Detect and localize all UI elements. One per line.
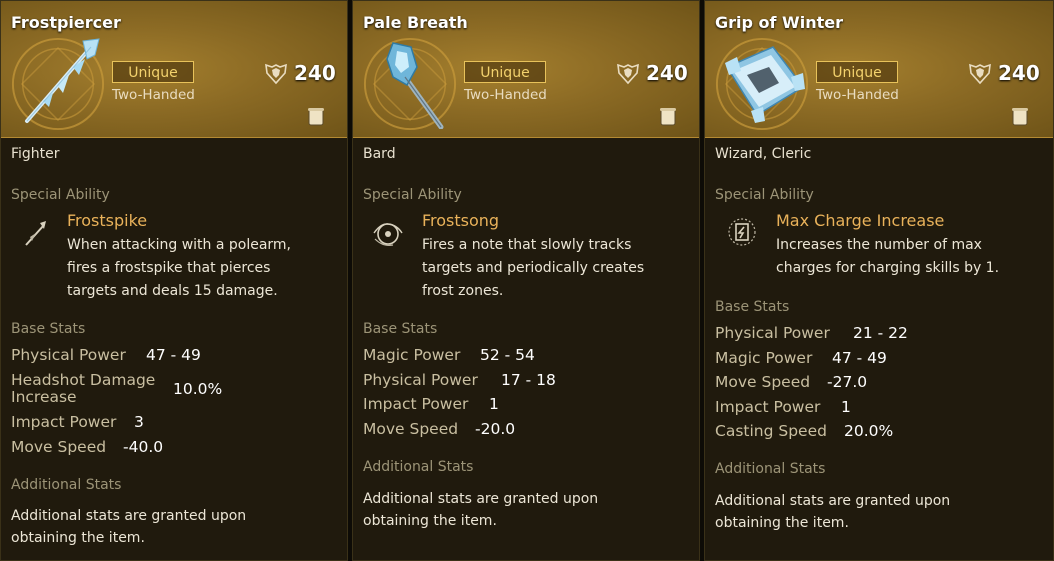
additional-stats-text: Additional stats are granted upon obtain… xyxy=(363,488,598,532)
ability-desc-line: When attacking with a polearm, xyxy=(67,237,292,253)
gear-score: 240 xyxy=(294,61,336,85)
polearm-icon xyxy=(25,38,100,123)
ability-name: Frostsong xyxy=(422,211,500,230)
ability-name: Frostspike xyxy=(67,211,148,230)
additional-line: Additional stats are granted upon xyxy=(363,491,599,507)
stat-value: 17 - 18 xyxy=(501,371,556,389)
ability-description: Fires a note that slowly tracks targets … xyxy=(422,234,644,303)
stat-name: Move Speed xyxy=(715,373,811,391)
scroll-icon[interactable] xyxy=(1011,107,1029,127)
ability-description: When attacking with a polearm, fires a f… xyxy=(67,234,291,303)
rarity-badge: Unique xyxy=(112,61,194,83)
ability-description: Increases the number of max charges for … xyxy=(776,234,999,280)
stat-name: Impact Power xyxy=(363,395,469,413)
gear-score-icon xyxy=(265,63,287,85)
stat-value: -40.0 xyxy=(123,438,164,456)
ability-desc-line: frost zones. xyxy=(422,283,504,299)
additional-stats-label: Additional Stats xyxy=(715,461,826,477)
class-list: Wizard, Cleric xyxy=(715,146,812,162)
additional-line: Additional stats are granted upon xyxy=(715,493,951,509)
item-title: Pale Breath xyxy=(363,13,468,32)
stat-value: 47 - 49 xyxy=(146,346,201,364)
charge-icon xyxy=(728,218,756,246)
stat-value: 1 xyxy=(841,398,851,416)
hand-type: Two-Handed xyxy=(112,87,195,103)
additional-line: Additional stats are granted upon xyxy=(11,508,247,524)
rarity-badge: Unique xyxy=(816,61,898,83)
ability-name: Max Charge Increase xyxy=(776,211,945,230)
ability-desc-line: targets and deals 15 damage. xyxy=(67,283,278,299)
frostspike-icon xyxy=(25,221,46,246)
gear-score: 240 xyxy=(646,61,688,85)
stat-name: Impact Power xyxy=(715,398,821,416)
base-stats-label: Base Stats xyxy=(715,299,790,315)
stat-name: Casting Speed xyxy=(715,422,827,440)
scroll-icon[interactable] xyxy=(659,107,677,127)
class-list: Fighter xyxy=(11,146,60,162)
stat-value: 47 - 49 xyxy=(832,349,887,367)
stat-name: Headshot Damage Increase xyxy=(11,371,156,406)
rarity-badge: Unique xyxy=(464,61,546,83)
additional-stats-label: Additional Stats xyxy=(11,477,122,493)
frostsong-icon xyxy=(373,223,403,246)
card-header: Grip of Winter Unique Two-Handed 240 xyxy=(705,1,1053,138)
additional-stats-text: Additional stats are granted upon obtain… xyxy=(11,505,246,549)
ability-desc-line: targets and periodically creates xyxy=(422,260,645,276)
stat-name: Magic Power xyxy=(363,346,461,364)
ability-desc-line: Increases the number of max xyxy=(776,237,982,253)
item-title: Frostpiercer xyxy=(11,13,121,32)
card-header: Pale Breath Unique Two-Handed 240 xyxy=(353,1,699,138)
stat-value: 20.0% xyxy=(844,422,894,440)
scroll-icon[interactable] xyxy=(307,107,325,127)
special-ability-label: Special Ability xyxy=(363,187,462,203)
special-ability-label: Special Ability xyxy=(11,187,110,203)
additional-line: obtaining the item. xyxy=(11,530,145,546)
stat-value: 3 xyxy=(134,413,144,431)
class-list: Bard xyxy=(363,146,396,162)
stat-value: 1 xyxy=(489,395,499,413)
item-card-frostpiercer[interactable]: Frostpiercer Unique Two-Handed 240 Fight… xyxy=(0,0,348,561)
stat-name: Move Speed xyxy=(11,438,107,456)
stat-value: 21 - 22 xyxy=(853,324,908,342)
stat-value: 10.0% xyxy=(173,380,223,398)
special-ability-label: Special Ability xyxy=(715,187,814,203)
item-title: Grip of Winter xyxy=(715,13,843,32)
ability-desc-line: charges for charging skills by 1. xyxy=(776,260,1000,276)
ability-desc-line: fires a frostspike that pierces xyxy=(67,260,271,276)
card-header: Frostpiercer Unique Two-Handed 240 xyxy=(1,1,347,138)
stat-name: Physical Power xyxy=(11,346,126,364)
additional-line: obtaining the item. xyxy=(363,513,497,529)
gear-score-icon xyxy=(969,63,991,85)
stat-name: Impact Power xyxy=(11,413,117,431)
stat-value: -20.0 xyxy=(475,420,516,438)
stat-value: -27.0 xyxy=(827,373,868,391)
stat-name: Physical Power xyxy=(363,371,478,389)
ice-tome-icon xyxy=(725,46,805,123)
additional-stats-label: Additional Stats xyxy=(363,459,474,475)
ability-desc-line: Fires a note that slowly tracks xyxy=(422,237,632,253)
item-cards: Frostpiercer Unique Two-Handed 240 Fight… xyxy=(0,0,1054,561)
gear-score-icon xyxy=(617,63,639,85)
hand-type: Two-Handed xyxy=(816,87,899,103)
hand-type: Two-Handed xyxy=(464,87,547,103)
additional-line: obtaining the item. xyxy=(715,515,849,531)
base-stats-label: Base Stats xyxy=(363,321,438,337)
gear-score: 240 xyxy=(998,61,1040,85)
stat-name: Move Speed xyxy=(363,420,459,438)
base-stats-label: Base Stats xyxy=(11,321,86,337)
item-card-pale-breath[interactable]: Pale Breath Unique Two-Handed 240 Bard S… xyxy=(352,0,700,561)
item-card-grip-of-winter[interactable]: Grip of Winter Unique Two-Handed 240 Wiz… xyxy=(704,0,1054,561)
additional-stats-text: Additional stats are granted upon obtain… xyxy=(715,490,950,534)
stat-value: 52 - 54 xyxy=(480,346,535,364)
stat-name: Physical Power xyxy=(715,324,830,342)
ice-mace-icon xyxy=(386,42,444,129)
stat-name: Magic Power xyxy=(715,349,813,367)
